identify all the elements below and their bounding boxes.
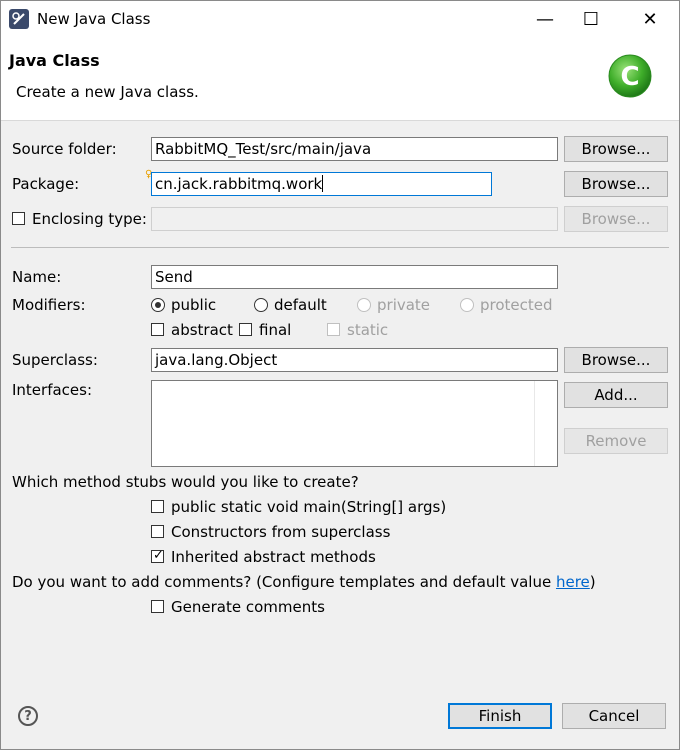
close-button[interactable]: ✕ [627,1,673,38]
constructors-checkbox[interactable] [151,525,164,538]
public-label: public [171,296,217,314]
templates-link[interactable]: here [556,573,590,591]
superclass-field[interactable]: java.lang.Object [151,348,558,372]
generate-comments-checkbox[interactable] [151,600,164,613]
enclosing-type-field [151,207,558,231]
interfaces-label: Interfaces: [12,381,93,399]
logo-letter: C [620,62,639,92]
package-field[interactable]: cn.jack.rabbitmq.work [151,172,492,196]
page-title: Java Class [9,51,100,70]
final-checkbox[interactable] [239,323,252,336]
inherited-methods-checkbox[interactable]: ✓ [151,548,164,563]
package-value: cn.jack.rabbitmq.work [155,175,323,193]
abstract-checkbox[interactable] [151,323,164,336]
window-title: New Java Class [37,10,151,28]
static-label: static [347,321,389,339]
comments-question: Do you want to add comments? (Configure … [12,573,596,591]
source-folder-field[interactable]: RabbitMQ_Test/src/main/java [151,137,558,161]
help-icon[interactable]: ? [18,706,38,726]
inherited-methods-label: Inherited abstract methods [171,548,376,566]
new-java-class-dialog: New Java Class — ☐ ✕ Java Class Create a… [0,0,680,750]
finish-button[interactable]: Finish [448,703,552,729]
comments-question-text: Do you want to add comments? (Configure … [12,573,556,591]
default-radio[interactable] [254,298,268,312]
name-field[interactable]: Send [151,265,558,289]
modifiers-label: Modifiers: [12,296,86,314]
protected-label: protected [480,296,553,314]
text-caret [322,175,324,192]
public-radio[interactable] [151,298,165,312]
enclosing-type-browse-button: Browse... [564,206,668,232]
cancel-button[interactable]: Cancel [562,703,666,729]
source-folder-browse-button[interactable]: Browse... [564,136,668,162]
private-radio [357,298,371,312]
interfaces-remove-button: Remove [564,428,668,454]
separator [11,247,669,248]
main-method-checkbox[interactable] [151,500,164,513]
checkmark-icon: ✓ [153,548,164,563]
main-method-label: public static void main(String[] args) [171,498,447,516]
maximize-button[interactable]: ☐ [568,1,614,38]
superclass-browse-button[interactable]: Browse... [564,347,668,373]
final-label: final [259,321,292,339]
title-bar: New Java Class — ☐ ✕ [1,1,679,38]
source-folder-label: Source folder: [12,140,117,158]
method-stubs-question: Which method stubs would you like to cre… [12,473,359,491]
page-description: Create a new Java class. [16,83,199,101]
private-label: private [377,296,431,314]
interfaces-add-button[interactable]: Add... [564,382,668,408]
wizard-header: Java Class Create a new Java class. C [1,38,679,121]
minimize-button[interactable]: — [522,1,568,38]
abstract-label: abstract [171,321,233,339]
constructors-label: Constructors from superclass [171,523,391,541]
superclass-label: Superclass: [12,351,98,369]
static-checkbox [327,323,340,336]
interfaces-list[interactable] [151,380,558,467]
package-label: Package: [12,175,80,193]
name-label: Name: [12,268,62,286]
enclosing-type-checkbox[interactable] [12,212,25,225]
enclosing-type-label: Enclosing type: [32,210,147,228]
protected-radio [460,298,474,312]
generate-comments-label: Generate comments [171,598,325,616]
default-label: default [274,296,327,314]
comments-question-end: ) [589,573,596,591]
eclipse-app-icon [9,9,29,29]
java-class-logo-icon: C [608,54,652,98]
package-browse-button[interactable]: Browse... [564,171,668,197]
